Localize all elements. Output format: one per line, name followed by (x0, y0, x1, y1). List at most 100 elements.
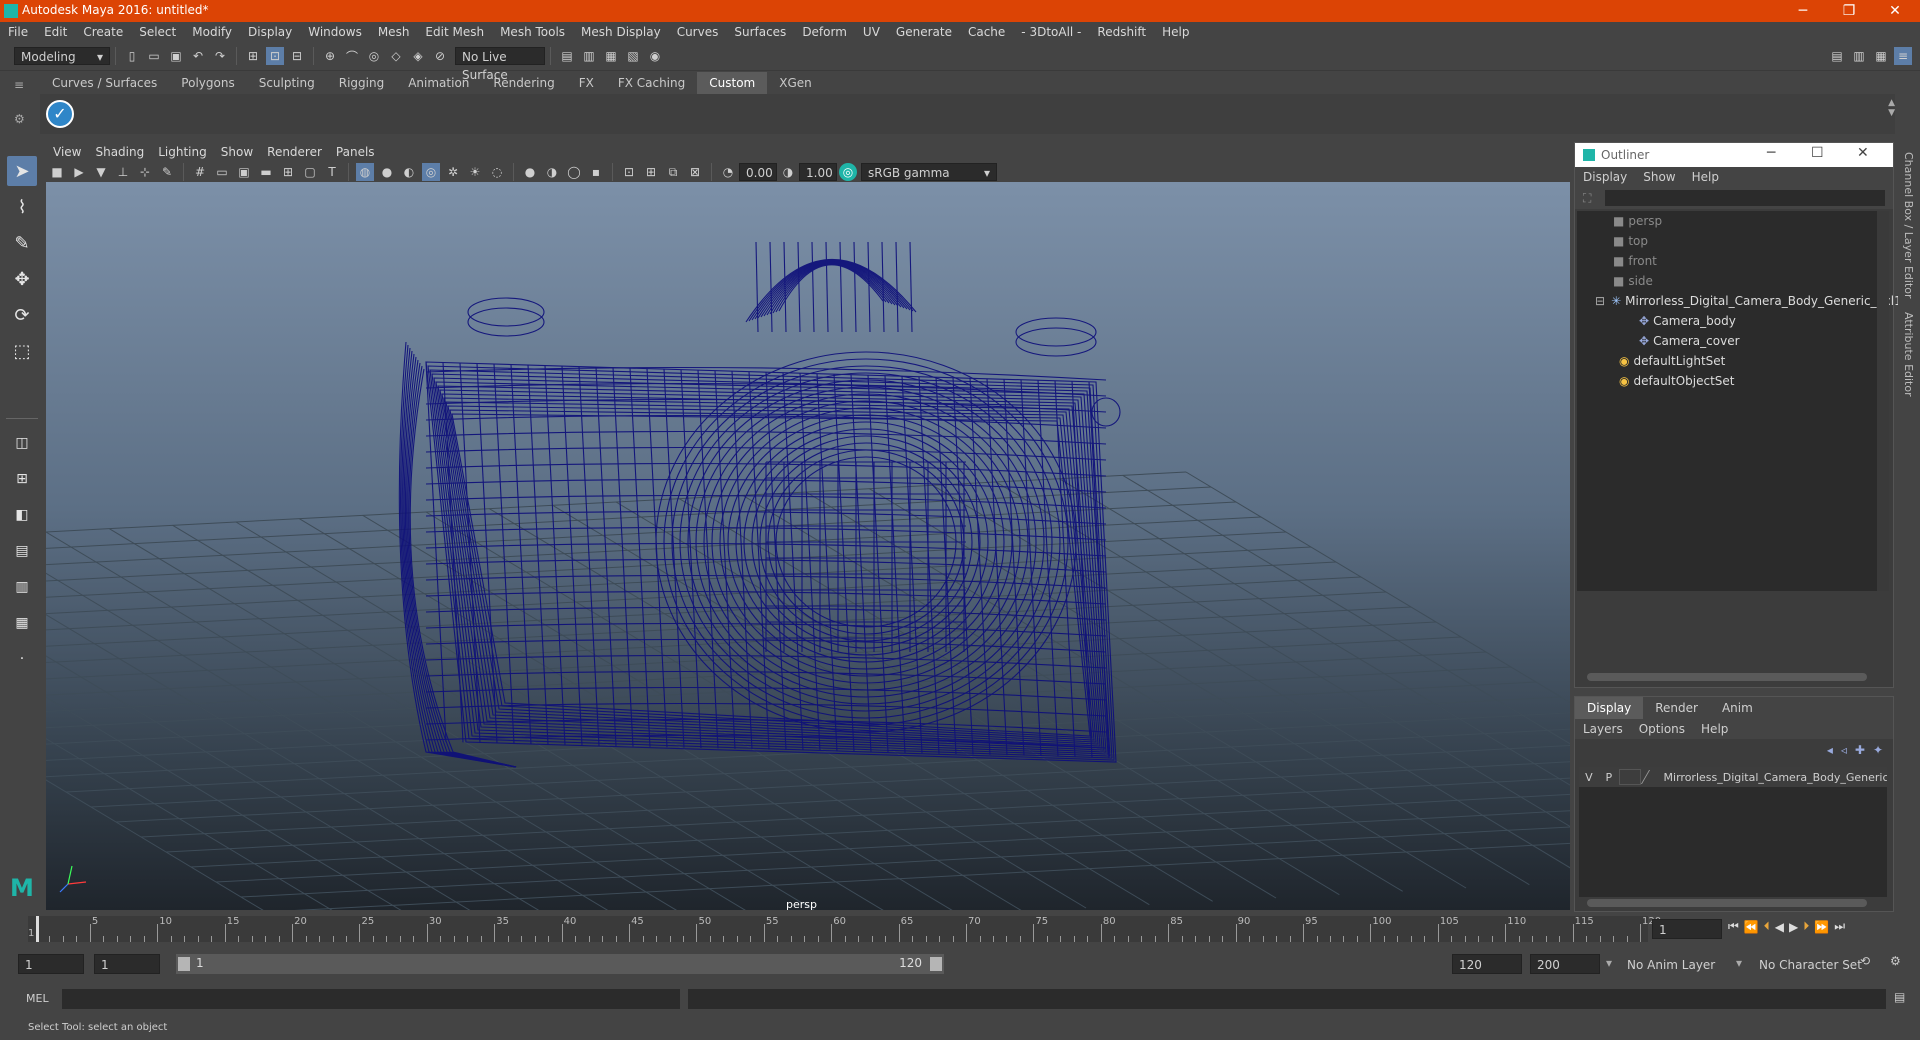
menu-mesh-tools[interactable]: Mesh Tools (492, 22, 573, 42)
outliner-menu-show[interactable]: Show (1635, 170, 1683, 184)
menu-file[interactable]: File (0, 22, 36, 42)
tree-item-default-light-set[interactable]: ◉ defaultLightSet (1619, 351, 1725, 371)
command-input[interactable] (62, 989, 680, 1009)
tab-custom[interactable]: Custom (697, 72, 768, 94)
layer-horizontal-scrollbar[interactable] (1587, 899, 1867, 907)
menu-redshift[interactable]: Redshift (1089, 22, 1154, 42)
safe-title-icon[interactable]: T (323, 163, 341, 181)
shelf-scroll-icon[interactable]: ▲ ▼ (1888, 98, 1895, 118)
save-scene-icon[interactable]: ▣ (167, 47, 185, 65)
menu-3dtoall[interactable]: - 3DtoAll - (1013, 22, 1089, 42)
range-start-handle[interactable] (178, 957, 190, 971)
exposure-field[interactable]: 0.00 (739, 163, 777, 181)
playback-end-field[interactable]: 120 (1452, 954, 1522, 974)
tab-attribute-editor[interactable]: Attribute Editor (1902, 312, 1915, 397)
backface-culling-icon[interactable]: ⊠ (686, 163, 704, 181)
script-editor-icon[interactable]: ▤ (1894, 990, 1905, 1004)
animation-start-field[interactable]: 1 (18, 954, 84, 974)
grease-pencil-icon[interactable]: ✎ (158, 163, 176, 181)
resolution-gate-icon[interactable]: ▣ (235, 163, 253, 181)
live-surface-field[interactable]: No Live Surface (455, 47, 545, 82)
playback-start-field[interactable]: 1 (94, 954, 160, 974)
time-slider[interactable]: 1 5 10 15 20 25 30 35 40 45 50 55 60 65 70 75 80 85 90 95 1… (0, 912, 1920, 946)
outliner-maximize-button[interactable]: ☐ (1811, 145, 1824, 161)
tab-fx-caching[interactable]: FX Caching (606, 72, 697, 94)
menu-select[interactable]: Select (131, 22, 184, 42)
3d-viewport[interactable]: persp (46, 182, 1570, 910)
graph-layout-icon[interactable]: ▥ (7, 572, 37, 602)
open-scene-icon[interactable]: ▭ (145, 47, 163, 65)
tree-item-persp[interactable]: ■ persp (1613, 211, 1662, 231)
snap-curve-icon[interactable]: ⌒ (343, 47, 361, 65)
safe-action-icon[interactable]: ▢ (301, 163, 319, 181)
go-to-start-icon[interactable]: ⏮ (1728, 919, 1739, 934)
undo-icon[interactable]: ↶ (189, 47, 207, 65)
animation-end-field[interactable]: 200 (1530, 954, 1600, 974)
vp-menu-lighting[interactable]: Lighting (151, 142, 214, 162)
vp-menu-view[interactable]: View (46, 142, 88, 162)
select-component-icon[interactable]: ⊟ (288, 47, 306, 65)
textured-icon[interactable]: ◎ (422, 163, 440, 181)
render-view-icon[interactable]: ◉ (646, 47, 664, 65)
step-forward-frame-icon[interactable]: ⏵ (1803, 919, 1809, 934)
layer-menu-layers[interactable]: Layers (1575, 722, 1631, 736)
move-tool-icon[interactable]: ✥ (7, 264, 37, 294)
new-layer-selected-icon[interactable]: ✦ (1873, 743, 1883, 757)
range-bar[interactable]: 1 120 (176, 954, 944, 974)
snap-point-icon[interactable]: ◎ (365, 47, 383, 65)
side-by-side-layout-icon[interactable]: ◧ (7, 500, 37, 530)
tree-item-front[interactable]: ■ front (1613, 251, 1657, 271)
use-all-lights-icon[interactable]: ✲ (444, 163, 462, 181)
select-object-icon[interactable]: ⊡ (266, 47, 284, 65)
paint-select-tool-icon[interactable]: ✎ (7, 228, 37, 258)
tab-polygons[interactable]: Polygons (169, 72, 246, 94)
vp-menu-show[interactable]: Show (214, 142, 260, 162)
outliner-menu-display[interactable]: Display (1575, 170, 1635, 184)
anim-layer-dropdown[interactable]: No Anim Layer (1620, 954, 1740, 974)
redo-icon[interactable]: ↷ (211, 47, 229, 65)
range-end-handle[interactable] (930, 957, 942, 971)
select-hierarchy-icon[interactable]: ⊞ (244, 47, 262, 65)
scale-tool-icon[interactable]: ⬚ (7, 336, 37, 366)
depth-of-field-icon[interactable]: ◯ (565, 163, 583, 181)
tab-anim-layers[interactable]: Anim (1710, 697, 1765, 719)
snap-grid-icon[interactable]: ⊕ (321, 47, 339, 65)
channel-box-toggle-icon[interactable]: ≡ (1894, 47, 1912, 65)
more-layouts-icon[interactable]: · (7, 644, 37, 674)
character-set-dropdown[interactable]: No Character Set (1752, 954, 1876, 974)
menu-create[interactable]: Create (75, 22, 131, 42)
tree-item-camera-group[interactable]: ⊟ ✳ Mirrorless_Digital_Camera_Body_Generic… (1595, 291, 1902, 311)
shelf-menu-icon[interactable]: ≡ (14, 78, 24, 92)
menu-edit[interactable]: Edit (36, 22, 75, 42)
menu-generate[interactable]: Generate (888, 22, 960, 42)
gamma-field[interactable]: 1.00 (799, 163, 837, 181)
time-slider-track[interactable]: 1 5 10 15 20 25 30 35 40 45 50 55 60 65 70 75 80 85 90 95 1… (28, 916, 1661, 942)
gate-mask-icon[interactable]: ▬ (257, 163, 275, 181)
step-forward-key-icon[interactable]: ⏩ (1814, 920, 1829, 934)
minimize-button[interactable]: ─ (1780, 0, 1826, 22)
current-frame-field[interactable]: 1 (1652, 919, 1722, 939)
snap-view-icon[interactable]: ◇ (387, 47, 405, 65)
tree-item-camera-body[interactable]: ✥ Camera_body (1639, 311, 1736, 331)
outliner-vertical-scrollbar[interactable] (1877, 211, 1889, 591)
new-scene-icon[interactable]: ▯ (123, 47, 141, 65)
vp-menu-panels[interactable]: Panels (329, 142, 382, 162)
layer-row[interactable]: V P Mirrorless_Digital_Camera_Body_Gener… (1579, 767, 1887, 787)
film-gate-icon[interactable]: ▭ (213, 163, 231, 181)
workspace-icon[interactable]: ▤ (1828, 47, 1846, 65)
menu-windows[interactable]: Windows (300, 22, 370, 42)
panel-layout-icon[interactable]: ▥ (1850, 47, 1868, 65)
auto-key-icon[interactable]: ⟲ (1860, 954, 1870, 968)
rotate-tool-icon[interactable]: ⟳ (7, 300, 37, 330)
outliner-layout-icon[interactable]: ▤ (7, 536, 37, 566)
vp-menu-shading[interactable]: Shading (88, 142, 151, 162)
render-settings-icon[interactable]: ▦ (602, 47, 620, 65)
menu-deform[interactable]: Deform (794, 22, 855, 42)
vp-menu-renderer[interactable]: Renderer (260, 142, 329, 162)
tab-display-layers[interactable]: Display (1575, 697, 1644, 719)
menu-cache[interactable]: Cache (960, 22, 1013, 42)
color-management-icon[interactable]: ◎ (839, 163, 857, 181)
smooth-shade-icon[interactable]: ● (378, 163, 396, 181)
outliner-search-input[interactable] (1605, 190, 1885, 206)
select-camera-icon[interactable]: ■ (48, 163, 66, 181)
